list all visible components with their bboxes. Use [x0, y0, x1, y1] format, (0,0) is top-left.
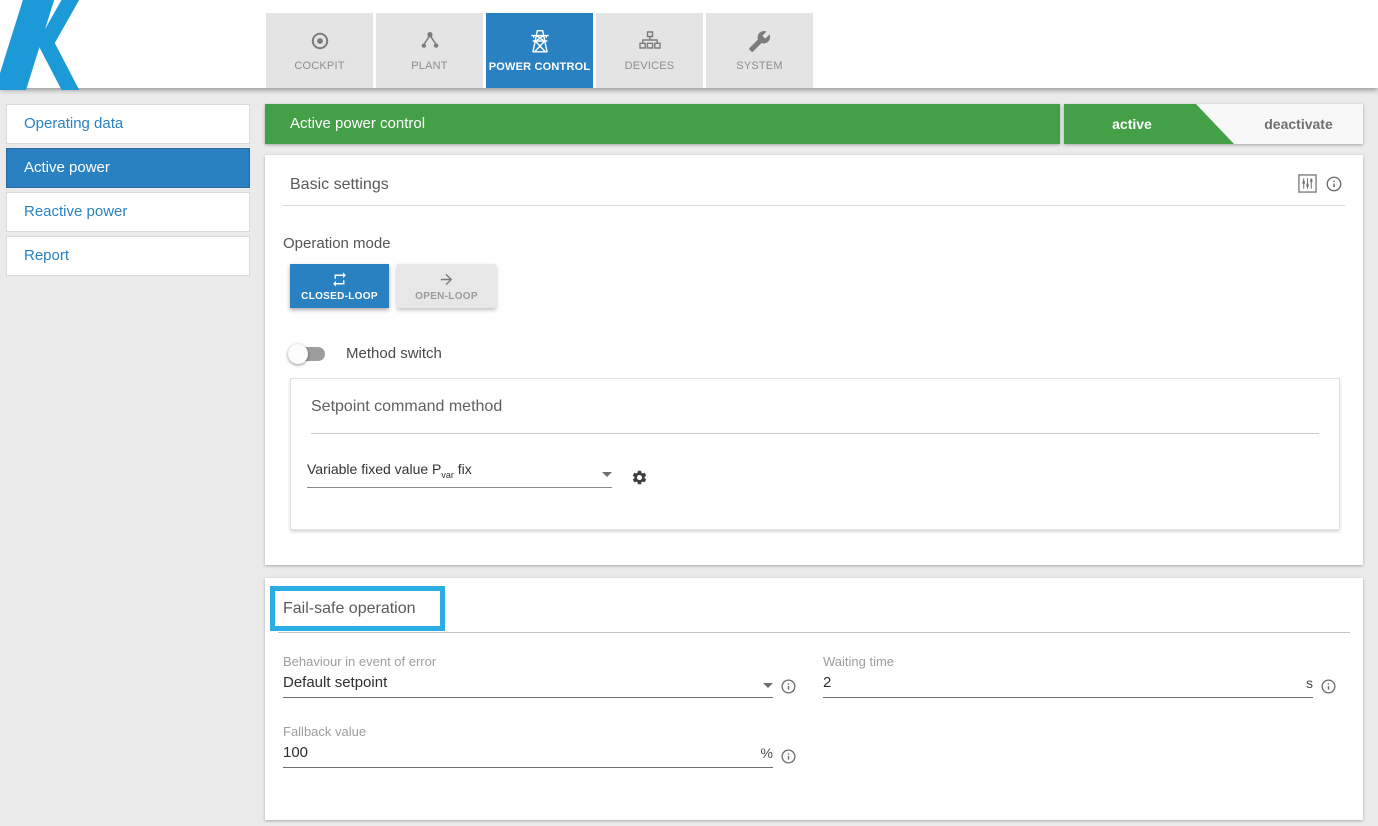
field-row: Behaviour in event of error Default setp… — [283, 654, 1345, 698]
app-header: COCKPIT PLANT POWER CONTROL — [0, 0, 1378, 88]
dropdown-arrow-icon — [763, 683, 773, 688]
active-power-control-banner: Active power control — [265, 104, 1060, 144]
waiting-time-value: 2 — [823, 674, 831, 691]
subpanel-title: Setpoint command method — [311, 398, 502, 416]
target-icon — [308, 29, 332, 53]
closed-loop-button[interactable]: CLOSED-LOOP — [290, 264, 389, 308]
divider — [311, 433, 1319, 434]
sidebar-item-active-power[interactable]: Active power — [6, 148, 250, 188]
sitemap-icon — [638, 29, 662, 53]
unit-label: % — [761, 745, 773, 761]
behaviour-value: Default setpoint — [283, 674, 387, 691]
sliders-icon[interactable] — [1298, 174, 1317, 193]
closed-loop-label: CLOSED-LOOP — [301, 291, 378, 302]
toggle-knob — [288, 344, 308, 364]
state-tab-active[interactable]: active — [1064, 104, 1234, 144]
fail-safe-panel: Fail-safe operation Behaviour in event o… — [265, 578, 1363, 820]
nav-label: SYSTEM — [736, 60, 782, 72]
nav-plant-button[interactable]: PLANT — [376, 13, 483, 88]
sidebar-item-operating-data[interactable]: Operating data — [6, 104, 250, 144]
setpoint-method-select[interactable]: Variable fixed value Pvar fix — [307, 461, 612, 488]
wrench-icon — [748, 30, 771, 53]
behaviour-select[interactable]: Behaviour in event of error Default setp… — [283, 654, 773, 698]
nav-label: COCKPIT — [294, 60, 344, 72]
setpoint-method-row: Variable fixed value Pvar fix — [307, 461, 648, 488]
state-tab-deactivate[interactable]: deactivate — [1234, 104, 1363, 144]
fallback-value-input[interactable]: Fallback value 100 % — [283, 724, 773, 768]
method-switch-toggle[interactable] — [291, 347, 325, 361]
sidebar: Operating data Active power Reactive pow… — [6, 104, 250, 280]
field-label: Fallback value — [283, 724, 773, 739]
info-icon[interactable] — [780, 678, 797, 695]
nav-system-button[interactable]: SYSTEM — [706, 13, 813, 88]
nav-power-control-button[interactable]: POWER CONTROL — [486, 13, 593, 88]
transmission-tower-icon — [527, 28, 553, 54]
method-switch-label: Method switch — [346, 345, 442, 362]
nav-label: DEVICES — [625, 60, 675, 72]
nodes-icon — [418, 29, 442, 53]
setpoint-command-method-panel: Setpoint command method Variable fixed v… — [290, 378, 1340, 530]
method-switch-row: Method switch — [291, 345, 442, 362]
info-icon[interactable] — [780, 748, 797, 765]
basic-settings-panel: Basic settings Operation mode CLOSED-LOO — [265, 155, 1363, 565]
info-icon[interactable] — [1320, 678, 1337, 695]
fail-safe-title-highlight: Fail-safe operation — [270, 586, 445, 631]
activation-state-tabs: active deactivate — [1064, 104, 1363, 144]
fallback-field-wrap: Fallback value 100 % — [283, 724, 797, 768]
field-label: Waiting time — [823, 654, 1313, 669]
nav-label: POWER CONTROL — [489, 61, 591, 73]
info-icon[interactable] — [1325, 175, 1343, 193]
open-loop-label: OPEN-LOOP — [415, 291, 478, 302]
divider — [283, 205, 1345, 206]
panel-title: Fail-safe operation — [283, 600, 416, 618]
divider — [278, 632, 1350, 633]
loop-icon — [331, 271, 348, 288]
panel-title: Basic settings — [290, 176, 389, 194]
operation-mode-label: Operation mode — [283, 235, 391, 252]
app-root: COCKPIT PLANT POWER CONTROL — [0, 0, 1378, 826]
sidebar-item-reactive-power[interactable]: Reactive power — [6, 192, 250, 232]
field-label: Behaviour in event of error — [283, 654, 773, 669]
fail-safe-fields: Behaviour in event of error Default setp… — [283, 654, 1345, 794]
nav-label: PLANT — [411, 60, 447, 72]
field-row: Fallback value 100 % — [283, 724, 1345, 768]
fallback-value: 100 — [283, 744, 308, 761]
brand-x-logo — [0, 0, 90, 90]
main-nav: COCKPIT PLANT POWER CONTROL — [266, 13, 813, 88]
unit-label: s — [1306, 675, 1313, 691]
nav-devices-button[interactable]: DEVICES — [596, 13, 703, 88]
waiting-time-input[interactable]: Waiting time 2 s — [823, 654, 1313, 698]
sidebar-item-report[interactable]: Report — [6, 236, 250, 276]
arrow-right-icon — [438, 271, 455, 288]
gear-icon[interactable] — [631, 469, 648, 486]
setpoint-method-value: Variable fixed value Pvar fix — [307, 461, 472, 480]
waiting-time-field-wrap: Waiting time 2 s — [823, 654, 1337, 698]
dropdown-arrow-icon — [602, 472, 612, 477]
open-loop-button[interactable]: OPEN-LOOP — [397, 264, 496, 308]
panel-header-icons — [1298, 174, 1343, 193]
operation-mode-buttons: CLOSED-LOOP OPEN-LOOP — [290, 264, 496, 308]
behaviour-field-wrap: Behaviour in event of error Default setp… — [283, 654, 797, 698]
nav-cockpit-button[interactable]: COCKPIT — [266, 13, 373, 88]
